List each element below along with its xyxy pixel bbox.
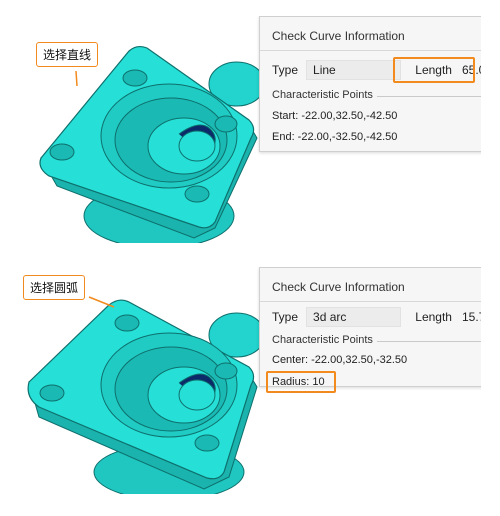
- callout-label: 选择圆弧: [23, 275, 86, 300]
- type-label: Type: [272, 310, 299, 324]
- start-point-text: Start: -22.00,32.50,-42.50: [272, 110, 398, 122]
- divider: [260, 301, 481, 302]
- characteristic-points-label: Characteristic Points: [272, 334, 377, 346]
- type-length-row: Type 3d arc Length 15.71: [272, 306, 481, 328]
- screen-select-line: 选择直线 Check Curve Information Type Line L…: [19, 16, 481, 243]
- screen-select-arc: 选择圆弧 Check Curve Information Type 3d arc…: [19, 267, 481, 494]
- end-point-text: End: -22.00,-32.50,-42.50: [272, 131, 398, 143]
- check-curve-panel: Check Curve Information Type 3d arc Leng…: [259, 267, 481, 393]
- panel-title: Check Curve Information: [272, 29, 405, 43]
- radius-highlight: [266, 371, 336, 393]
- center-point-text: Center: -22.00,32.50,-32.50: [272, 354, 408, 366]
- divider: [260, 50, 481, 51]
- type-label: Type: [272, 63, 299, 77]
- check-curve-panel: Check Curve Information Type Line Length…: [259, 16, 481, 152]
- length-label: Length: [415, 310, 452, 324]
- type-value-field: Line: [306, 60, 402, 80]
- type-value-field: 3d arc: [306, 307, 402, 327]
- panel-title: Check Curve Information: [272, 280, 405, 294]
- length-highlight: [393, 57, 475, 83]
- characteristic-points-label: Characteristic Points: [272, 89, 377, 101]
- callout-label: 选择直线: [36, 42, 99, 67]
- length-value: 15.71: [461, 310, 481, 324]
